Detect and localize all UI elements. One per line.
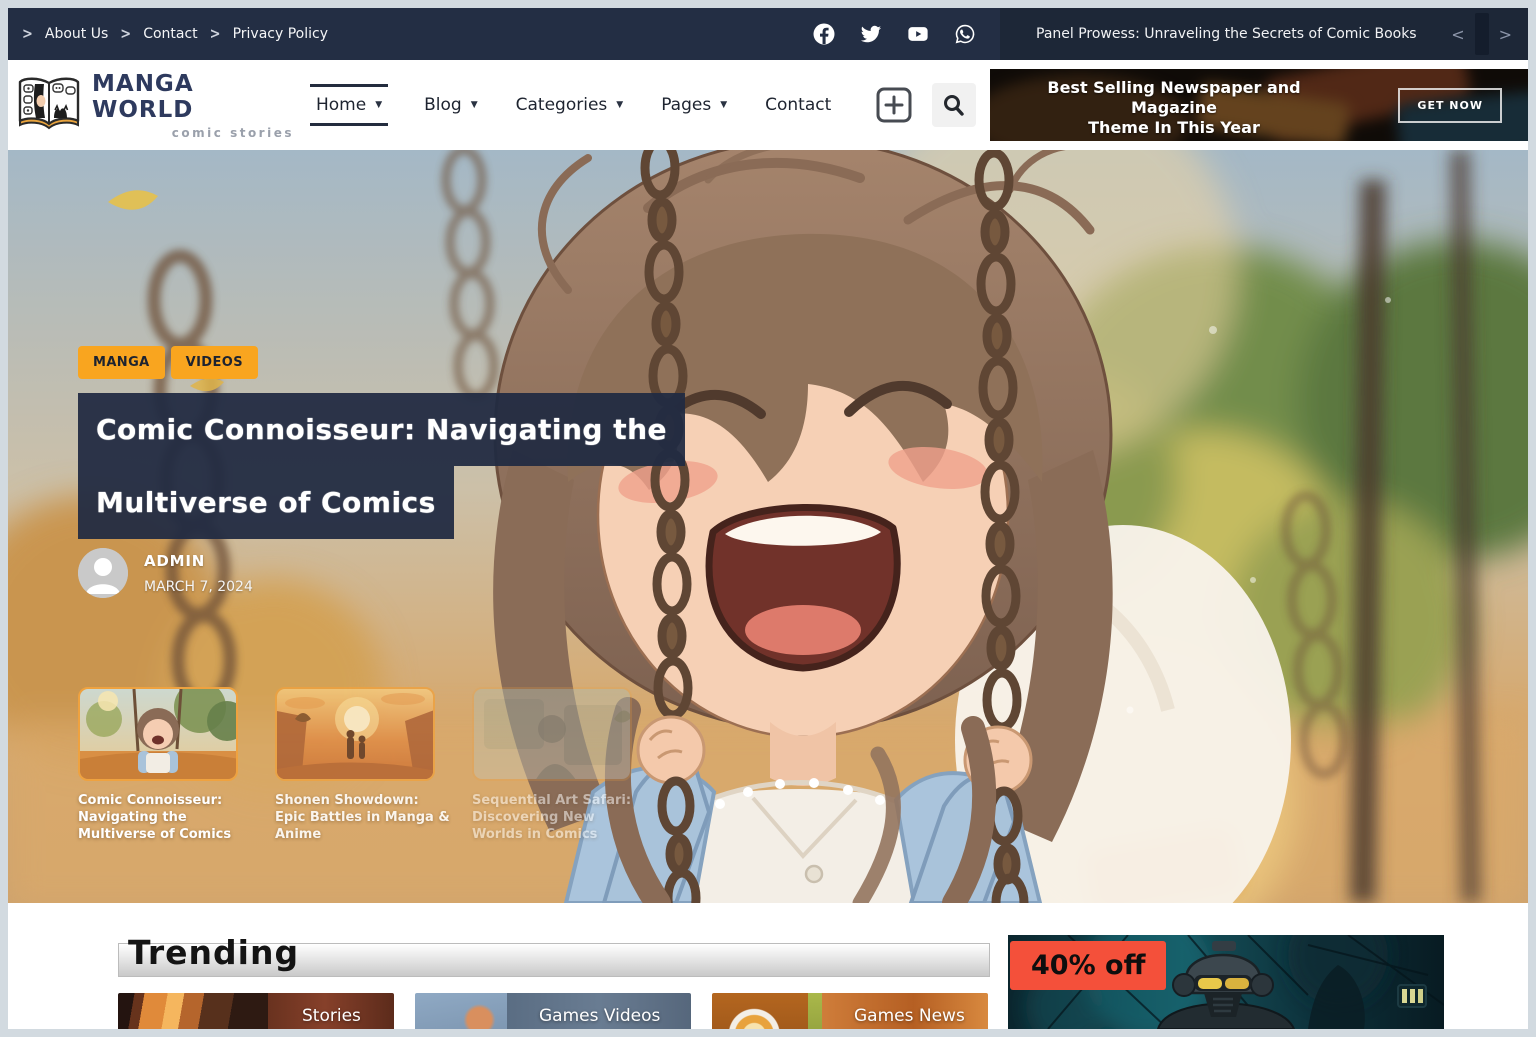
ticker-next-icon[interactable]: > <box>1493 21 1518 48</box>
slide-thumb-2[interactable]: Shonen Showdown: Epic Battles in Manga &… <box>275 687 451 844</box>
breadcrumb-privacy-policy[interactable]: Privacy Policy <box>233 26 328 42</box>
category-card-games-news[interactable]: Games News <box>712 993 988 1029</box>
category-label: Stories <box>302 1006 361 1026</box>
chevron-right-icon: > <box>209 25 221 43</box>
header-ad-banner[interactable]: Best Selling Newspaper and Magazine Them… <box>990 69 1528 141</box>
plus-icon <box>876 87 912 123</box>
post-title-line2: Multiverse of Comics <box>78 466 454 539</box>
slide-thumb-image <box>275 687 435 781</box>
social-links <box>813 23 976 45</box>
slide-thumb-3[interactable]: Sequential Art Safari: Discovering New W… <box>472 687 648 844</box>
trending-title: Trending <box>128 933 300 972</box>
ticker-divider <box>1474 13 1489 55</box>
nav-label: Home <box>316 95 367 115</box>
trending-column: Trending Stories Games Videos Games News <box>118 929 990 1029</box>
category-card-stories[interactable]: Stories <box>118 993 394 1029</box>
site-header: MANGA WORLD comic stories Home ▼ Blog ▼ … <box>8 60 1528 150</box>
logo-wordmark: MANGA WORLD comic stories <box>92 71 294 140</box>
youtube-icon[interactable] <box>907 23 929 45</box>
category-label: Games News <box>854 1006 965 1026</box>
search-button[interactable] <box>932 83 976 127</box>
category-image <box>415 993 507 1029</box>
nav-item-contact[interactable]: Contact <box>763 85 833 125</box>
ticker-controls: < > <box>1445 8 1528 60</box>
chevron-down-icon: ▼ <box>616 100 624 110</box>
person-icon <box>78 548 128 598</box>
twitter-icon[interactable] <box>860 23 882 45</box>
category-cards: Stories Games Videos Games News <box>118 993 990 1029</box>
nav-label: Blog <box>424 95 462 115</box>
category-image <box>712 993 808 1029</box>
post-badges: MANGA VIDEOS <box>78 346 258 379</box>
category-image-strip <box>808 993 822 1029</box>
chevron-right-icon: > <box>22 25 33 43</box>
sidebar-ad-banner[interactable]: 40% off <box>1008 935 1444 1029</box>
slide-caption[interactable]: Shonen Showdown: Epic Battles in Manga &… <box>275 793 451 844</box>
slider-thumbnails: Comic Connoisseur: Navigating the Multiv… <box>78 687 648 844</box>
category-image <box>118 993 268 1029</box>
slide-thumb-1[interactable]: Comic Connoisseur: Navigating the Multiv… <box>78 687 254 844</box>
chevron-down-icon: ▼ <box>720 100 728 110</box>
category-badge-manga[interactable]: MANGA <box>78 346 165 379</box>
news-ticker: Panel Prowess: Unraveling the Secrets of… <box>1000 8 1528 60</box>
whatsapp-icon[interactable] <box>954 23 976 45</box>
category-label: Games Videos <box>539 1006 661 1026</box>
logo-title: MANGA WORLD <box>92 70 194 123</box>
discount-badge: 40% off <box>1010 941 1167 990</box>
category-badge-videos[interactable]: VIDEOS <box>170 346 258 379</box>
slide-thumb-image <box>78 687 238 781</box>
ad-copy: Best Selling Newspaper and Magazine Them… <box>1014 78 1334 141</box>
site-logo[interactable]: MANGA WORLD comic stories <box>16 71 294 140</box>
chevron-down-icon: ▼ <box>470 100 478 110</box>
facebook-icon[interactable] <box>813 23 835 45</box>
add-post-button[interactable] <box>874 85 914 125</box>
slide-caption[interactable]: Sequential Art Safari: Discovering New W… <box>472 793 648 844</box>
ticker-headline[interactable]: Panel Prowess: Unraveling the Secrets of… <box>1036 26 1445 42</box>
nav-item-pages[interactable]: Pages ▼ <box>659 85 729 125</box>
post-meta-text: ADMIN MARCH 7, 2024 <box>144 548 253 598</box>
ticker-prev-icon[interactable]: < <box>1445 21 1470 48</box>
post-meta: ADMIN MARCH 7, 2024 <box>78 548 253 598</box>
sidebar: 40% off <box>1008 929 1444 1029</box>
page: > About Us > Contact > Privacy Policy Pa… <box>8 8 1528 1029</box>
slide-caption[interactable]: Comic Connoisseur: Navigating the Multiv… <box>78 793 254 844</box>
chevron-down-icon: ▼ <box>375 100 383 110</box>
slide-thumb-image <box>472 687 632 781</box>
breadcrumb-about-us[interactable]: About Us <box>45 26 108 42</box>
post-date: MARCH 7, 2024 <box>144 579 253 595</box>
post-title-line1: Comic Connoisseur: Navigating the <box>78 393 686 466</box>
category-card-games-videos[interactable]: Games Videos <box>415 993 691 1029</box>
nav-label: Contact <box>765 95 832 115</box>
nav-item-blog[interactable]: Blog ▼ <box>422 85 480 125</box>
breadcrumb-contact[interactable]: Contact <box>143 26 197 42</box>
topbar: > About Us > Contact > Privacy Policy Pa… <box>8 8 1528 60</box>
logo-subtitle: comic stories <box>171 125 294 140</box>
author-avatar <box>78 548 128 598</box>
header-actions <box>874 83 976 127</box>
ad-line1: Best Selling Newspaper and Magazine <box>1047 78 1301 117</box>
ad-tagline: Hard work can be change your life. <box>1014 140 1334 141</box>
ad-line2: Theme In This Year <box>1088 118 1260 137</box>
nav-label: Pages <box>661 95 712 115</box>
nav-label: Categories <box>515 95 608 115</box>
post-title[interactable]: Comic Connoisseur: Navigating the Multiv… <box>78 393 686 539</box>
hero-slider: MANGA VIDEOS Comic Connoisseur: Navigati… <box>8 150 1528 903</box>
nav-item-categories[interactable]: Categories ▼ <box>514 85 626 125</box>
get-now-button[interactable]: GET NOW <box>1398 88 1502 123</box>
author-name[interactable]: ADMIN <box>144 552 253 570</box>
chevron-right-icon: > <box>120 25 132 43</box>
trending-header: Trending <box>118 929 990 977</box>
search-icon <box>944 95 964 116</box>
breadcrumb: > About Us > Contact > Privacy Policy <box>22 25 328 43</box>
content-section: Trending Stories Games Videos Games News… <box>8 903 1528 1029</box>
nav-item-home[interactable]: Home ▼ <box>310 84 389 126</box>
logo-book-icon <box>16 75 82 135</box>
main-nav: Home ▼ Blog ▼ Categories ▼ Pages ▼ Conta… <box>310 84 833 126</box>
